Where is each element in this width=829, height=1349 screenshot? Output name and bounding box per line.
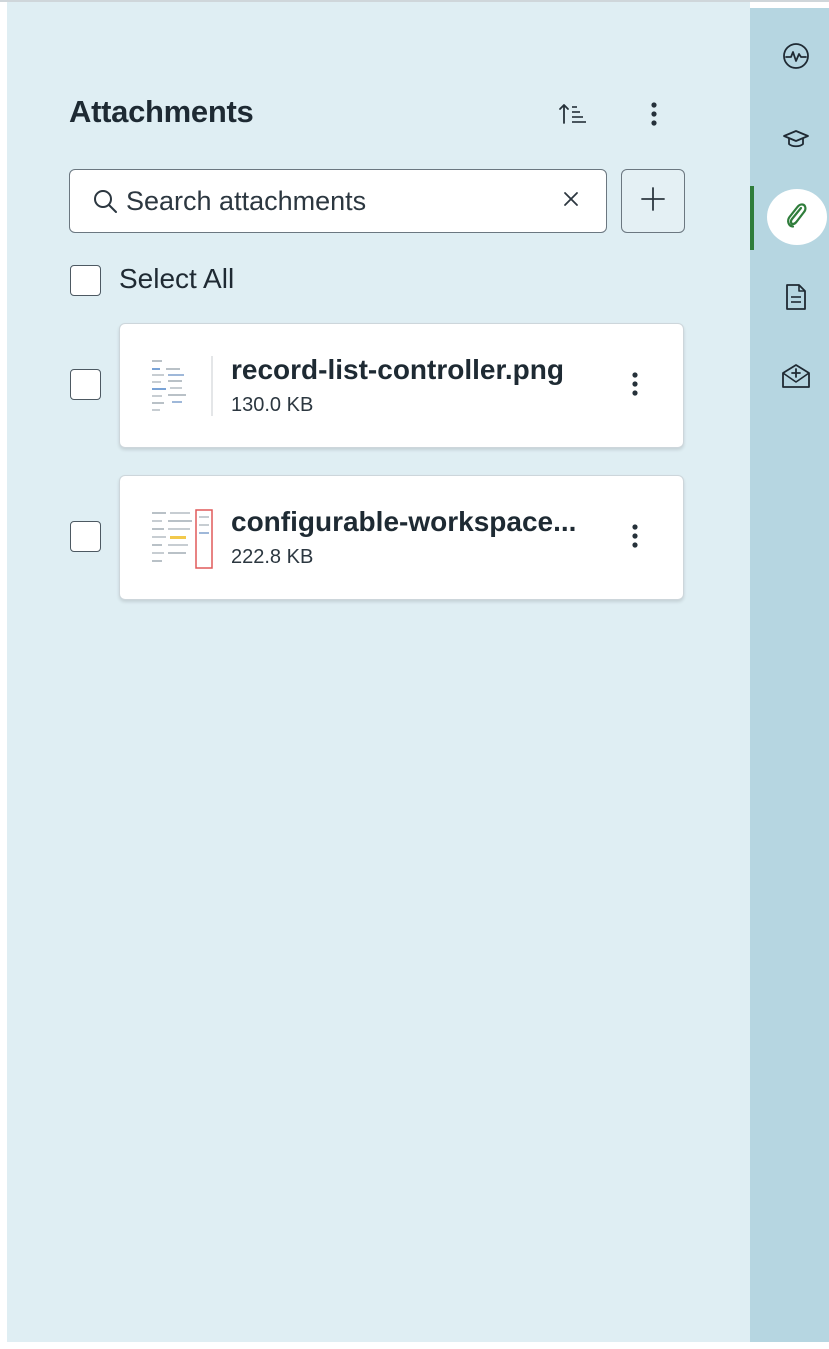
add-attachment-button[interactable] (621, 169, 685, 233)
activity-icon (781, 41, 811, 76)
rail-item-learning[interactable] (776, 121, 816, 161)
sort-button[interactable] (553, 96, 593, 136)
attachment-checkbox[interactable] (70, 521, 101, 552)
attachment-name[interactable]: configurable-workspace... (231, 506, 576, 538)
close-icon (562, 190, 580, 213)
graduation-cap-icon (781, 126, 811, 157)
attachment-size: 222.8 KB (231, 546, 314, 568)
attachment-card[interactable]: record-list-controller.png 130.0 KB (119, 323, 684, 448)
attachment-checkbox[interactable] (70, 369, 101, 400)
select-all-label[interactable]: Select All (119, 263, 234, 295)
rail-item-compose[interactable] (776, 358, 816, 398)
panel-more-button[interactable] (636, 96, 672, 136)
rail-active-indicator (750, 186, 754, 250)
more-vertical-icon (650, 101, 658, 132)
bottom-strip (0, 1342, 829, 1349)
select-all-checkbox[interactable] (70, 265, 101, 296)
panel-title: Attachments (69, 94, 254, 129)
clear-search-button[interactable] (558, 188, 584, 214)
plus-icon (639, 185, 667, 218)
rail-item-document[interactable] (776, 279, 816, 319)
document-icon (783, 282, 809, 317)
attachment-thumbnail (148, 506, 216, 570)
more-vertical-icon (631, 371, 639, 402)
paperclip-icon (782, 200, 810, 235)
search-box (69, 169, 607, 233)
search-icon (92, 188, 118, 214)
sort-ascending-icon (558, 101, 588, 132)
attachment-thumbnail (148, 354, 216, 418)
rail-item-activity[interactable] (776, 38, 816, 78)
mail-add-icon (780, 361, 812, 396)
attachment-more-button[interactable] (620, 366, 650, 406)
attachment-size: 130.0 KB (231, 394, 314, 416)
rail-item-attachments[interactable] (776, 197, 816, 237)
more-vertical-icon (631, 523, 639, 554)
attachment-name[interactable]: record-list-controller.png (231, 354, 564, 386)
attachment-card[interactable]: configurable-workspace... 222.8 KB (119, 475, 684, 600)
left-gutter (0, 2, 7, 1349)
search-input[interactable] (126, 185, 526, 217)
attachment-more-button[interactable] (620, 518, 650, 558)
